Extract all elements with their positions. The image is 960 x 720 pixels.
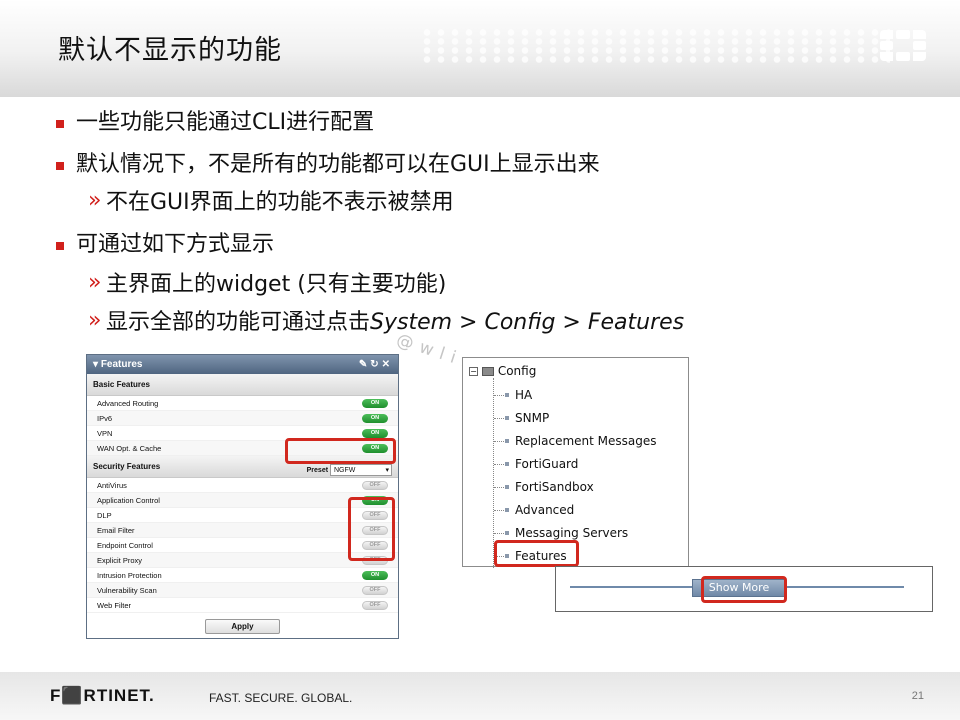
feature-name: Email Filter — [97, 526, 135, 535]
collapse-minus-icon[interactable]: − — [469, 367, 478, 376]
tree-item[interactable]: Advanced — [515, 503, 574, 517]
feature-name: VPN — [97, 429, 113, 438]
folder-icon — [482, 367, 494, 376]
refresh-icon[interactable]: ↻ — [370, 359, 381, 370]
security-features-label: Security Features — [93, 462, 161, 471]
tree-item[interactable]: Messaging Servers — [515, 526, 628, 540]
feature-name: AntiVirus — [97, 481, 127, 490]
feature-name: Advanced Routing — [97, 399, 159, 408]
feature-row: IPv6 ON — [87, 411, 398, 426]
bullet-marker — [56, 242, 64, 250]
close-icon[interactable]: ✕ — [382, 359, 393, 370]
fortinet-logo: F⬛RTINET. — [50, 686, 155, 705]
tree-node-icon — [505, 485, 509, 489]
feature-name: DLP — [97, 511, 112, 520]
feature-name: IPv6 — [97, 414, 113, 423]
tree-node-icon — [505, 531, 509, 535]
basic-features-heading: Basic Features — [87, 374, 398, 396]
feature-row: Web Filter OFF — [87, 598, 398, 613]
feature-name: WAN Opt. & Cache — [97, 444, 162, 453]
highlight-box — [285, 438, 396, 464]
feature-name: Endpoint Control — [97, 541, 153, 550]
bullet-3-sub-1: 主界面上的widget (只有主要功能) — [106, 272, 447, 297]
apply-row: Apply — [87, 616, 398, 634]
edit-icon[interactable]: ✎ — [359, 359, 370, 370]
slide-title: 默认不显示的功能 — [58, 35, 282, 66]
feature-name: Web Filter — [97, 601, 132, 610]
tree-item[interactable]: HA — [515, 388, 532, 402]
feature-row: AntiVirus OFF — [87, 478, 398, 493]
feature-row: Advanced Routing ON — [87, 396, 398, 411]
feature-toggle[interactable]: OFF — [362, 601, 388, 610]
tree-root-label: Config — [497, 364, 537, 378]
config-tree: − Config HA SNMP Replacement Messages Forti… — [462, 357, 689, 568]
slide-footer: F⬛RTINET. FAST. SECURE. GLOBAL. 21 — [0, 672, 960, 720]
preset-select[interactable]: NGFW — [330, 464, 392, 477]
tree-item[interactable]: SNMP — [515, 411, 549, 425]
features-panel-header: ▾ Features ✎↻✕ — [87, 355, 398, 374]
tree-connector — [493, 378, 494, 568]
feature-toggle[interactable]: ON — [362, 414, 388, 423]
features-panel-title: Features — [100, 359, 143, 370]
sub-marker: » — [88, 270, 102, 295]
slide-header: 默认不显示的功能 — [0, 0, 960, 97]
bullet-marker — [56, 120, 64, 128]
bullet-1: 一些功能只能通过CLI进行配置 — [76, 110, 375, 135]
tree-connector — [494, 533, 504, 534]
tree-item[interactable]: FortiSandbox — [515, 480, 594, 494]
tree-connector — [494, 441, 504, 442]
bullet-2: 默认情况下，不是所有的功能都可以在GUI上显示出来 — [76, 152, 600, 177]
feature-name: Explicit Proxy — [97, 556, 143, 565]
tree-node-icon — [505, 508, 509, 512]
sub-marker: » — [88, 308, 102, 333]
feature-row: Vulnerability Scan OFF — [87, 583, 398, 598]
feature-toggle[interactable]: OFF — [362, 481, 388, 490]
tree-connector — [494, 464, 504, 465]
tree-node-icon — [505, 393, 509, 397]
tree-node-icon — [505, 462, 509, 466]
tree-item[interactable]: Replacement Messages — [515, 434, 657, 448]
tree-connector — [494, 418, 504, 419]
highlight-box — [701, 576, 787, 603]
highlight-box — [494, 540, 579, 567]
tree-node-icon — [505, 439, 509, 443]
page-number: 21 — [911, 690, 924, 702]
tree-connector — [494, 487, 504, 488]
feature-toggle[interactable]: ON — [362, 399, 388, 408]
feature-toggle[interactable]: ON — [362, 429, 388, 438]
menu-path: System > Config > Features — [370, 310, 685, 335]
apply-button[interactable]: Apply — [205, 619, 280, 634]
collapse-arrow-icon[interactable]: ▾ — [93, 359, 98, 370]
sub-marker: » — [88, 188, 102, 213]
tree-root[interactable]: − Config — [469, 364, 536, 378]
bullet-3: 可通过如下方式显示 — [76, 232, 275, 257]
tree-connector — [494, 395, 504, 396]
fortinet-grid-icon — [880, 30, 926, 62]
bullet-2-sub-1: 不在GUI界面上的功能不表示被禁用 — [106, 190, 454, 215]
feature-name: Vulnerability Scan — [97, 586, 157, 595]
tree-node-icon — [505, 416, 509, 420]
bullet-marker — [56, 162, 64, 170]
highlight-box — [348, 497, 395, 561]
preset-label: Preset — [306, 467, 329, 474]
bullet-3-sub-2: 显示全部的功能可通过点击System > Config > Features — [106, 308, 684, 338]
feature-toggle[interactable]: ON — [362, 571, 388, 580]
feature-row: Intrusion Protection ON — [87, 568, 398, 583]
feature-toggle[interactable]: OFF — [362, 586, 388, 595]
tree-connector — [494, 510, 504, 511]
header-dot-pattern — [420, 28, 890, 64]
footer-tagline: FAST. SECURE. GLOBAL. — [209, 691, 353, 705]
bullet-3-sub-2-text: 显示全部的功能可通过点击 — [106, 310, 371, 335]
tree-item[interactable]: FortiGuard — [515, 457, 578, 471]
feature-name: Intrusion Protection — [97, 571, 162, 580]
feature-name: Application Control — [97, 496, 160, 505]
